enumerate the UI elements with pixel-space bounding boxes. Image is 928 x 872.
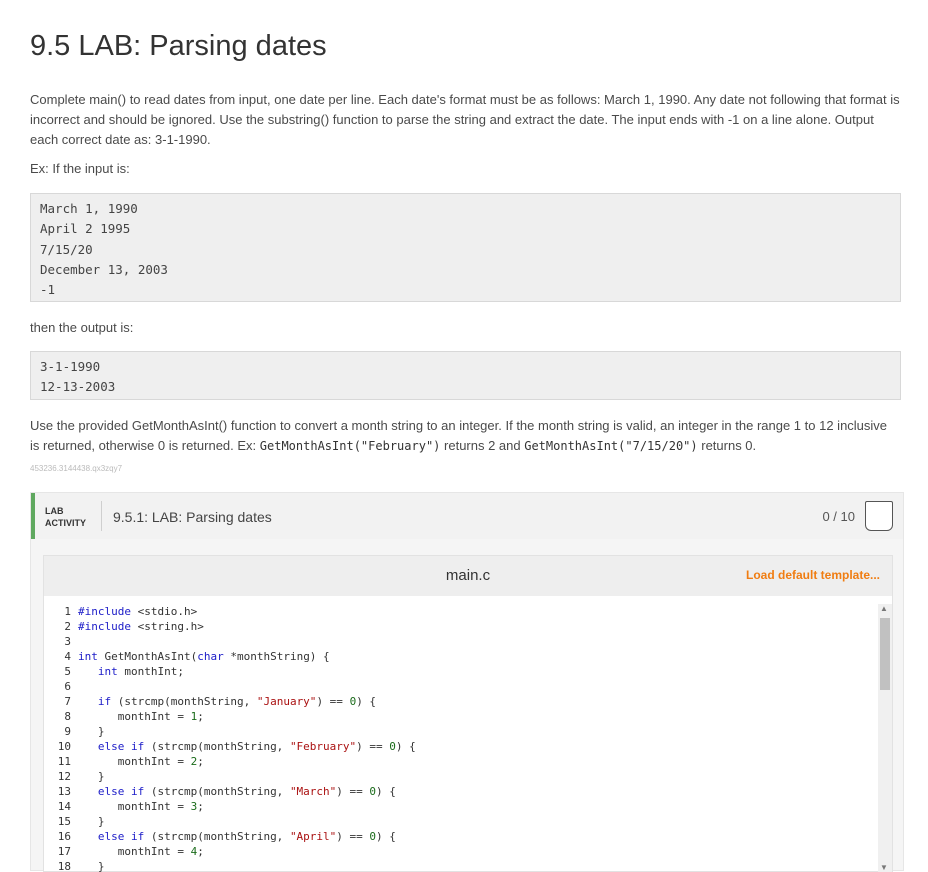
- line-number: 4: [64, 650, 71, 663]
- code-text[interactable]: monthInt = 1;: [78, 710, 204, 723]
- note-mid: returns 2 and: [440, 438, 525, 453]
- code-line[interactable]: 6: [44, 679, 878, 694]
- line-number: 18: [57, 860, 71, 872]
- line-number: 10: [57, 740, 71, 753]
- code-line[interactable]: 9 }: [44, 724, 878, 739]
- intro-paragraph: Complete main() to read dates from input…: [30, 92, 900, 147]
- line-number: 14: [57, 800, 71, 813]
- code-text[interactable]: }: [78, 725, 105, 738]
- header-divider: [101, 501, 102, 531]
- load-default-template-link[interactable]: Load default template...: [746, 568, 880, 582]
- scrollbar-thumb[interactable]: [880, 618, 890, 690]
- lab-tag-line2: ACTIVITY: [45, 518, 87, 528]
- editor-scrollbar[interactable]: ▲ ▼: [878, 604, 892, 872]
- code-line[interactable]: 12 }: [44, 769, 878, 784]
- code-text[interactable]: #include <string.h>: [78, 620, 204, 633]
- code-text[interactable]: }: [78, 860, 105, 872]
- code-text[interactable]: }: [78, 770, 105, 783]
- note-paragraph: Use the provided GetMonthAsInt() functio…: [30, 416, 900, 456]
- line-number: 17: [57, 845, 71, 858]
- example-label: Ex: If the input is:: [30, 161, 130, 176]
- lab-tag-line1: LAB: [45, 506, 64, 516]
- lab-activity-tag: LAB ACTIVITY: [45, 505, 95, 529]
- code-text[interactable]: monthInt = 2;: [78, 755, 204, 768]
- input-line: -1: [40, 282, 56, 298]
- score-display: 0 / 10: [822, 509, 855, 524]
- line-number: 9: [64, 725, 71, 738]
- code-line[interactable]: 1 #include <stdio.h>: [44, 604, 878, 619]
- code-area[interactable]: 1 #include <stdio.h> 2 #include <string.h> 3…: [44, 604, 878, 872]
- code-line[interactable]: 17 monthInt = 4;: [44, 844, 878, 859]
- code-line[interactable]: 15 }: [44, 814, 878, 829]
- code-line[interactable]: 10 else if (strcmp(monthString, "Februar…: [44, 739, 878, 754]
- line-number: 1: [64, 605, 71, 618]
- note-code-1: GetMonthAsInt("February"): [259, 439, 441, 453]
- input-line: 7/15/20: [40, 241, 93, 257]
- activity-id: 453236.3144438.qx3zqy7: [30, 464, 123, 473]
- line-number: 8: [64, 710, 71, 723]
- line-number: 2: [64, 620, 71, 633]
- code-text[interactable]: int GetMonthAsInt(char *monthString) {: [78, 650, 330, 663]
- line-number: 13: [57, 785, 71, 798]
- input-line: March 1, 1990: [40, 201, 138, 216]
- lab-activity: LAB ACTIVITY 9.5.1: LAB: Parsing dates 0…: [30, 492, 904, 872]
- line-number: 5: [64, 665, 71, 678]
- note-suffix: returns 0.: [697, 438, 757, 453]
- line-number: 15: [57, 815, 71, 828]
- code-text[interactable]: monthInt = 3;: [78, 800, 204, 813]
- line-number: 3: [64, 635, 71, 648]
- code-line[interactable]: 18 }: [44, 859, 878, 872]
- output-line: 3-1-1990: [40, 359, 101, 374]
- code-text[interactable]: #include <stdio.h>: [78, 605, 197, 618]
- completion-shield-icon: [865, 501, 893, 531]
- code-text[interactable]: int monthInt;: [78, 665, 184, 678]
- line-number: 16: [57, 830, 71, 843]
- code-line[interactable]: 13 else if (strcmp(monthString, "March")…: [44, 784, 878, 799]
- code-text[interactable]: else if (strcmp(monthString, "April") ==…: [78, 830, 396, 843]
- code-text[interactable]: monthInt = 4;: [78, 845, 204, 858]
- code-line[interactable]: 14 monthInt = 3;: [44, 799, 878, 814]
- line-number: 12: [57, 770, 71, 783]
- code-text[interactable]: else if (strcmp(monthString, "March") ==…: [78, 785, 396, 798]
- code-line[interactable]: 7 if (strcmp(monthString, "January") == …: [44, 694, 878, 709]
- code-line[interactable]: 4 int GetMonthAsInt(char *monthString) {: [44, 649, 878, 664]
- note-code-2: GetMonthAsInt("7/15/20"): [524, 439, 698, 453]
- code-text[interactable]: }: [78, 815, 105, 828]
- input-line: April 2 1995: [40, 221, 131, 237]
- example-input-block: March 1, 1990 April 2 1995 7/15/20 Decem…: [30, 193, 901, 302]
- lab-header: LAB ACTIVITY 9.5.1: LAB: Parsing dates 0…: [31, 493, 903, 539]
- input-line: December 13, 2003: [40, 261, 168, 277]
- lab-title: 9.5.1: LAB: Parsing dates: [113, 509, 272, 525]
- editor-header: main.c Load default template...: [44, 556, 892, 596]
- page-title: 9.5 LAB: Parsing dates: [30, 30, 327, 62]
- line-number: 6: [64, 680, 71, 693]
- code-line[interactable]: 5 int monthInt;: [44, 664, 878, 679]
- code-text[interactable]: if (strcmp(monthString, "January") == 0)…: [78, 695, 376, 708]
- output-label: then the output is:: [30, 320, 134, 335]
- code-line[interactable]: 3: [44, 634, 878, 649]
- code-line[interactable]: 2 #include <string.h>: [44, 619, 878, 634]
- line-number: 11: [57, 755, 71, 768]
- code-text[interactable]: else if (strcmp(monthString, "February")…: [78, 740, 416, 753]
- scroll-up-icon[interactable]: ▲: [880, 604, 888, 613]
- output-line: 12-13-2003: [40, 379, 116, 395]
- code-line[interactable]: 16 else if (strcmp(monthString, "April")…: [44, 829, 878, 844]
- example-output-block: 3-1-1990 12-13-2003: [30, 351, 901, 400]
- code-editor[interactable]: main.c Load default template... 1 #includ…: [43, 555, 893, 872]
- code-line[interactable]: 8 monthInt = 1;: [44, 709, 878, 724]
- line-number: 7: [64, 695, 71, 708]
- code-line[interactable]: 11 monthInt = 2;: [44, 754, 878, 769]
